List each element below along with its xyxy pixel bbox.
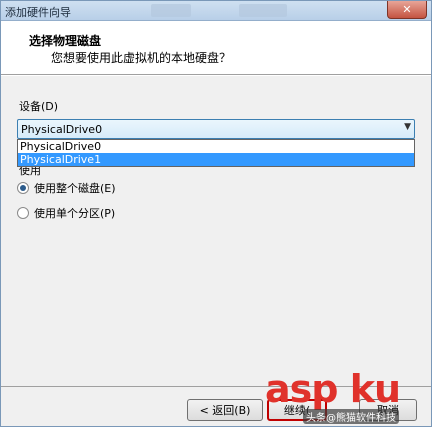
radio-single-partition[interactable]: 使用单个分区(P) <box>17 205 115 221</box>
page-subtitle: 您想要使用此虚拟机的本地硬盘？ <box>51 51 232 65</box>
close-button[interactable]: ✕ <box>387 1 427 19</box>
close-icon: ✕ <box>402 3 412 16</box>
page-title: 选择物理磁盘 <box>29 34 102 48</box>
device-dropdown-list[interactable]: PhysicalDrive0 PhysicalDrive1 <box>17 139 415 167</box>
title-bar[interactable]: 添加硬件向导 ✕ <box>1 1 431 21</box>
cancel-button[interactable]: 取消 <box>359 399 417 421</box>
back-button[interactable]: < 返回(B) <box>187 399 263 421</box>
wizard-content: 设备(D) PhysicalDrive0 ▼ 使用 PhysicalDrive0… <box>1 76 431 386</box>
radio-dot <box>20 185 26 191</box>
radio-button[interactable] <box>17 207 29 219</box>
wizard-footer: < 返回(B) 继续( 取消 <box>1 387 431 426</box>
title-blur <box>151 4 191 17</box>
title-blur <box>239 4 287 17</box>
radio-button[interactable] <box>17 182 29 194</box>
next-button[interactable]: 继续( <box>267 399 327 421</box>
radio-label: 使用整个磁盘(E) <box>34 182 116 195</box>
wizard-window: 添加硬件向导 ✕ 选择物理磁盘 您想要使用此虚拟机的本地硬盘？ 设备(D) Ph… <box>0 0 432 427</box>
device-selected-value: PhysicalDrive0 <box>21 123 103 136</box>
dropdown-option-highlighted[interactable]: PhysicalDrive1 <box>18 153 414 166</box>
radio-label: 使用单个分区(P) <box>34 207 116 220</box>
wizard-header: 选择物理磁盘 您想要使用此虚拟机的本地硬盘？ <box>1 21 431 75</box>
window-title: 添加硬件向导 <box>5 6 71 19</box>
chevron-down-icon[interactable]: ▼ <box>404 122 411 132</box>
device-label: 设备(D) <box>19 100 59 113</box>
device-combobox[interactable]: PhysicalDrive0 ▼ <box>17 119 415 139</box>
radio-whole-disk[interactable]: 使用整个磁盘(E) <box>17 180 116 196</box>
dropdown-option[interactable]: PhysicalDrive0 <box>18 140 414 153</box>
